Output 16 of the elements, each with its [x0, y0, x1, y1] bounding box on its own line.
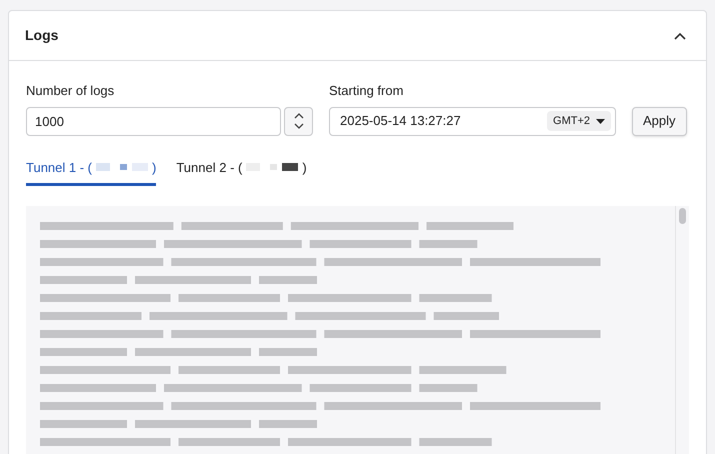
panel-title: Logs: [25, 26, 58, 45]
datetime-field[interactable]: 2025-05-14 13:27:27 GMT+2: [329, 106, 616, 136]
scrollbar-thumb[interactable]: [679, 208, 686, 224]
caret-down-icon: [596, 118, 605, 124]
field-label: Starting from: [329, 82, 404, 100]
datetime-value: 2025-05-14 13:27:27: [340, 112, 461, 130]
apply-button[interactable]: Apply: [632, 106, 687, 136]
chevron-up-icon: [294, 113, 304, 119]
timezone-dropdown[interactable]: GMT+2: [547, 111, 611, 131]
tunnel-tab[interactable]: Tunnel 2 - ( ): [176, 158, 307, 186]
chevron-icon: [674, 32, 686, 40]
chevron-down-icon: [294, 123, 304, 129]
number-input-field[interactable]: 1000: [26, 106, 281, 136]
field-label: Number of logs: [26, 82, 116, 100]
stepper-control[interactable]: [284, 106, 313, 136]
tunnel-tab[interactable]: Tunnel 1 - ( ): [26, 158, 156, 186]
